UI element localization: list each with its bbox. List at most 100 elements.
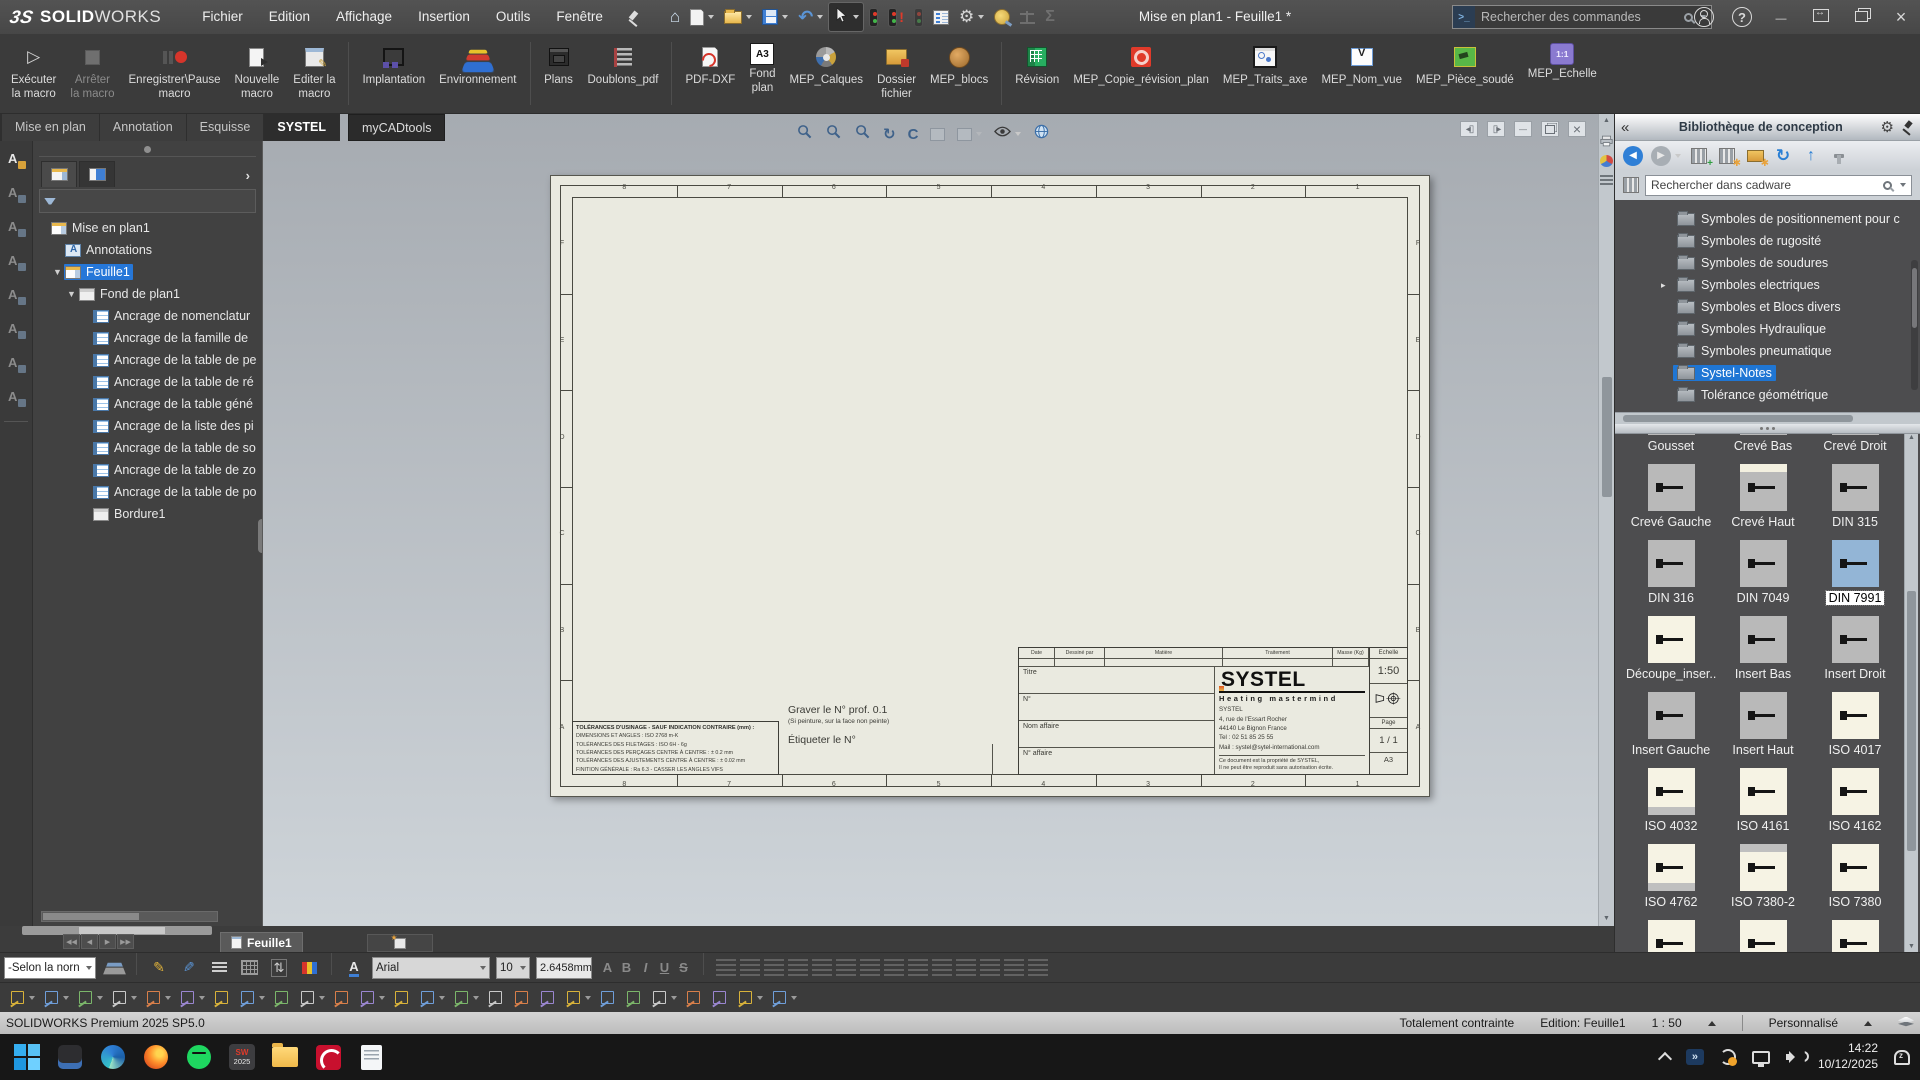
tree-horizontal-scrollbar[interactable]	[41, 911, 218, 922]
tab-mise-en-plan[interactable]: Mise en plan	[2, 114, 100, 141]
spline-button[interactable]	[236, 986, 267, 1009]
dropdown-caret-icon[interactable]	[63, 996, 69, 1000]
trim-entities-button[interactable]	[296, 986, 327, 1009]
expander-arrow-icon[interactable]	[51, 267, 64, 277]
menu-outils[interactable]: Outils	[483, 0, 544, 34]
tree-item-ancrage-de-nomenclatur[interactable]: Ancrage de nomenclatur	[33, 305, 262, 327]
arc-button[interactable]	[142, 986, 173, 1009]
doublons-pdf-button[interactable]: Doublons_pdf	[581, 40, 666, 91]
dropdown-caret-icon[interactable]	[746, 15, 752, 19]
tree-item-ancrage-de-la-famille-de[interactable]: Ancrage de la famille de	[33, 327, 262, 349]
text-height-field[interactable]: 2.6458mm	[536, 957, 592, 979]
next-sheet-button[interactable]: ▶	[99, 934, 116, 949]
library-item-insert-droit[interactable]: Insert Droit	[1809, 616, 1901, 692]
menu-fenetre[interactable]: Fenêtre	[543, 0, 616, 34]
header-value-cell[interactable]	[1333, 659, 1369, 666]
smart-dimension-button[interactable]	[6, 986, 37, 1009]
restore-button[interactable]	[1855, 11, 1868, 22]
new-document-button[interactable]	[686, 3, 718, 31]
library-item-insert-gauche[interactable]: Insert Gauche	[1625, 692, 1717, 768]
scrollbar-thumb[interactable]	[1602, 377, 1612, 497]
bullet-list-button[interactable]	[836, 959, 856, 977]
header-value-cell[interactable]	[1223, 659, 1333, 666]
tab-annotation[interactable]: Annotation	[100, 114, 187, 141]
format-b-button[interactable]: B	[617, 957, 636, 979]
revision-button[interactable]: Révision	[1008, 40, 1066, 91]
record-pause-macro-button[interactable]: Enregistrer\Pausemacro	[122, 40, 228, 105]
library-folder-systel-notes[interactable]: Systel-Notes	[1615, 362, 1920, 384]
text-angle-button[interactable]	[932, 959, 952, 977]
linear-pattern-button[interactable]	[416, 986, 447, 1009]
indent-left-button[interactable]	[884, 959, 904, 977]
forward-caret-icon[interactable]	[1675, 154, 1681, 158]
library-item-insert-haut[interactable]: Insert Haut	[1717, 692, 1809, 768]
drawing-viewport[interactable]: ↻ C TOLÉRANCES D'USINAGE - SAUF INDICATIO…	[263, 114, 1598, 926]
help-icon[interactable]	[1732, 7, 1752, 27]
pane-left-icon[interactable]	[1460, 121, 1478, 137]
zoom-in-out-button[interactable]	[851, 122, 874, 146]
create-library-button[interactable]: ✱	[1717, 146, 1737, 166]
last-sheet-button[interactable]: ▶▶	[117, 934, 134, 949]
implantation-button[interactable]: Implantation	[355, 40, 432, 91]
polygon-button[interactable]	[210, 986, 233, 1009]
tree-item-mise-en-plan1[interactable]: Mise en plan1	[33, 217, 262, 239]
geometric-tolerance-button[interactable]	[562, 986, 593, 1009]
zoom-area-button[interactable]	[822, 122, 845, 146]
add-sheet-tab[interactable]	[367, 934, 433, 952]
sheet-tab-feuille1[interactable]: Feuille1	[220, 932, 303, 952]
tree-item-ancrage-de-la-table-de-so[interactable]: Ancrage de la table de so	[33, 437, 262, 459]
tree-filter[interactable]	[39, 189, 256, 213]
format-i-button[interactable]: I	[636, 957, 655, 979]
centerline-button[interactable]	[648, 986, 679, 1009]
line-format-icon[interactable]	[207, 957, 231, 979]
refresh-button[interactable]	[1773, 146, 1793, 166]
close-button[interactable]	[1890, 7, 1912, 28]
tree-item-ancrage-de-la-liste-des-pi[interactable]: Ancrage de la liste des pi	[33, 415, 262, 437]
drawing-sheet[interactable]: TOLÉRANCES D'USINAGE - SAUF INDICATION C…	[550, 175, 1430, 797]
tree-item-ancrage-de-la-table-de-re[interactable]: Ancrage de la table de ré	[33, 371, 262, 393]
dossier-fichier-button[interactable]: Dossierfichier	[870, 40, 923, 105]
back-button[interactable]	[1623, 146, 1643, 166]
layer-combo[interactable]: -Selon la norn	[4, 957, 96, 979]
library-item-creve-bas[interactable]: Crevé Bas	[1717, 434, 1809, 464]
dropdown-caret-icon[interactable]	[439, 996, 445, 1000]
panel-grip[interactable]	[39, 143, 256, 157]
layer-properties-icon[interactable]	[102, 957, 126, 979]
new-macro-button[interactable]: Nouvellemacro	[228, 40, 287, 105]
open-document-button[interactable]	[720, 3, 756, 31]
display-pane-tab[interactable]	[79, 161, 115, 187]
home-button[interactable]	[666, 3, 684, 31]
redraw-button[interactable]: C	[905, 124, 922, 145]
library-folder-symboles-de-soudures[interactable]: Symboles de soudures	[1615, 252, 1920, 274]
units-setting[interactable]: Personnalisé	[1769, 1016, 1838, 1030]
solidworks-2025-icon[interactable]: SW 2025	[229, 1044, 255, 1070]
mep-calques-button[interactable]: MEP_Calques	[783, 40, 871, 91]
rotate-view-button[interactable]: ↻	[880, 123, 899, 145]
tree-item-annotations[interactable]: Annotations	[33, 239, 262, 261]
pane-right-icon[interactable]	[1487, 121, 1505, 137]
field-n-affaire[interactable]: N° affaire	[1019, 748, 1214, 774]
forward-button[interactable]	[1651, 146, 1671, 166]
search-caret-icon[interactable]	[1900, 183, 1906, 187]
balloon-button[interactable]	[484, 986, 507, 1009]
first-sheet-button[interactable]: ◀◀	[63, 934, 80, 949]
weld-symbol-button[interactable]	[536, 986, 559, 1009]
note-icon[interactable]	[5, 149, 27, 171]
options-button[interactable]	[955, 3, 988, 31]
library-item-iso-4161[interactable]: ISO 4161	[1717, 768, 1809, 844]
tree-item-ancrage-de-la-table-gene[interactable]: Ancrage de la table géné	[33, 393, 262, 415]
note-button[interactable]	[40, 986, 71, 1009]
document-close-button[interactable]	[1568, 121, 1586, 137]
color-palette-icon[interactable]	[1600, 155, 1613, 167]
document-restore-button[interactable]	[1541, 121, 1559, 137]
tree-item-feuille1[interactable]: Feuille1	[33, 261, 262, 283]
zoom-fit-button[interactable]	[793, 122, 816, 146]
solidworks-app-icon[interactable]	[316, 1045, 341, 1070]
menu-edition[interactable]: Edition	[256, 0, 323, 34]
align-right-button[interactable]	[764, 959, 784, 977]
indent-right-button[interactable]	[908, 959, 928, 977]
mep-nom-vue-button[interactable]: MEP_Nom_vue	[1314, 40, 1409, 91]
mep-traits-axe-button[interactable]: MEP_Traits_axe	[1216, 40, 1315, 91]
surface-finish-icon[interactable]	[5, 285, 27, 307]
align-left-button[interactable]	[716, 959, 736, 977]
